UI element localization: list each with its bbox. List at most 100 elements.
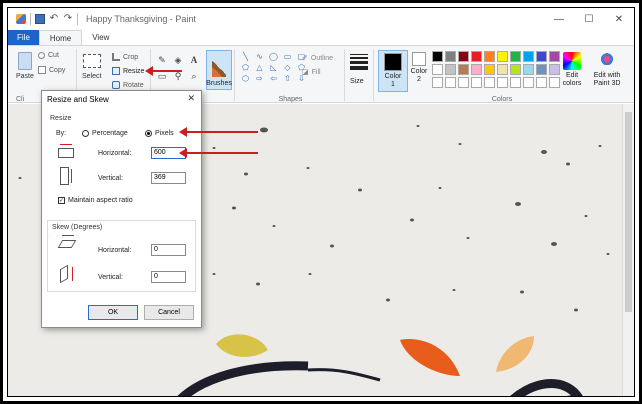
palette-swatch[interactable] bbox=[445, 77, 456, 88]
palette-swatch[interactable] bbox=[432, 64, 443, 75]
curve-shape-icon[interactable]: ∿ bbox=[254, 52, 265, 61]
palette-swatch[interactable] bbox=[471, 77, 482, 88]
skew-horizontal-field[interactable]: 0 bbox=[151, 244, 186, 256]
paint3d-button[interactable]: Edit with Paint 3D bbox=[590, 52, 624, 88]
undo-icon[interactable]: ↶ bbox=[49, 14, 59, 24]
palette-swatch[interactable] bbox=[458, 77, 469, 88]
text-tool-icon[interactable]: A bbox=[188, 54, 200, 66]
resize-icon bbox=[112, 67, 120, 75]
brushes-button[interactable]: Brushes bbox=[206, 50, 232, 90]
arrow-left-icon[interactable]: ⇦ bbox=[268, 74, 279, 83]
palette-swatch[interactable] bbox=[549, 51, 560, 62]
palette-swatch[interactable] bbox=[536, 77, 547, 88]
tab-home[interactable]: Home bbox=[38, 30, 83, 45]
cut-label: Cut bbox=[48, 52, 59, 59]
vertical-size-field[interactable]: 369 bbox=[151, 172, 186, 184]
palette-swatch[interactable] bbox=[432, 77, 443, 88]
palette-swatch[interactable] bbox=[445, 64, 456, 75]
orange-leaf bbox=[400, 339, 460, 376]
speck bbox=[244, 172, 248, 176]
speck bbox=[260, 127, 268, 133]
palette-swatch[interactable] bbox=[471, 51, 482, 62]
pencil-icon[interactable]: ✎ bbox=[156, 54, 168, 66]
arrow-right-icon[interactable]: ⇨ bbox=[254, 74, 265, 83]
palette-swatch[interactable] bbox=[445, 51, 456, 62]
tab-file[interactable]: File bbox=[8, 30, 39, 45]
paste-button[interactable]: Paste bbox=[16, 52, 34, 80]
color2-button[interactable]: Color 2 bbox=[408, 52, 430, 84]
right-triangle-icon[interactable]: ◺ bbox=[268, 63, 279, 72]
speck bbox=[584, 215, 588, 217]
dialog-close-button[interactable]: ✕ bbox=[187, 93, 195, 104]
outline-label: Outline bbox=[310, 54, 334, 62]
ok-button[interactable]: OK bbox=[88, 305, 138, 320]
palette-swatch[interactable] bbox=[523, 51, 534, 62]
pixels-radio[interactable] bbox=[145, 130, 152, 137]
rectangle-shape-icon[interactable]: ▭ bbox=[282, 52, 293, 61]
skew-horizontal-label: Horizontal: bbox=[98, 247, 132, 254]
annotation-arrow-horizontal bbox=[179, 148, 258, 158]
palette-swatch[interactable] bbox=[510, 64, 521, 75]
speck bbox=[358, 188, 362, 192]
select-button[interactable]: Select bbox=[82, 54, 101, 80]
redo-icon[interactable]: ↷ bbox=[63, 14, 73, 24]
fill-dropdown[interactable]: ◪ Fill bbox=[302, 68, 321, 77]
horizontal-label: Horizontal: bbox=[98, 150, 132, 157]
palette-swatch[interactable] bbox=[497, 64, 508, 75]
palette-swatch[interactable] bbox=[484, 77, 495, 88]
skew-vertical-field[interactable]: 0 bbox=[151, 271, 186, 283]
palette-swatch[interactable] bbox=[458, 51, 469, 62]
palette-swatch[interactable] bbox=[510, 51, 521, 62]
palette-swatch[interactable] bbox=[497, 51, 508, 62]
palette-swatch[interactable] bbox=[549, 64, 560, 75]
resize-button[interactable]: Resize bbox=[112, 67, 144, 75]
diamond-shape-icon[interactable]: ◇ bbox=[282, 63, 293, 72]
close-button[interactable]: ✕ bbox=[604, 8, 634, 30]
minimize-button[interactable]: — bbox=[544, 8, 574, 30]
palette-swatch[interactable] bbox=[497, 77, 508, 88]
crop-button[interactable]: Crop bbox=[112, 53, 138, 61]
palette-swatch[interactable] bbox=[432, 51, 443, 62]
size-label: Size bbox=[350, 78, 364, 85]
clipboard-icon bbox=[17, 52, 32, 70]
palette-swatch[interactable] bbox=[536, 51, 547, 62]
palette-swatch[interactable] bbox=[510, 77, 521, 88]
hexagon-shape-icon[interactable]: ⬡ bbox=[240, 74, 251, 83]
maintain-aspect-checkbox[interactable]: ✓ bbox=[58, 197, 65, 204]
triangle-shape-icon[interactable]: △ bbox=[254, 63, 265, 72]
percentage-radio[interactable] bbox=[82, 130, 89, 137]
cancel-button[interactable]: Cancel bbox=[144, 305, 194, 320]
brushes-label: Brushes bbox=[206, 80, 232, 87]
color-palette[interactable] bbox=[432, 51, 560, 88]
palette-swatch[interactable] bbox=[484, 64, 495, 75]
magnifier-icon[interactable]: ⌕ bbox=[188, 70, 200, 82]
divider bbox=[344, 49, 345, 101]
polygon-shape-icon[interactable]: ⬠ bbox=[240, 63, 251, 72]
palette-swatch[interactable] bbox=[471, 64, 482, 75]
tab-view[interactable]: View bbox=[82, 30, 119, 45]
rotate-button[interactable]: Rotate bbox=[112, 81, 144, 89]
copy-button[interactable]: Copy bbox=[38, 66, 65, 74]
shapes-gallery[interactable]: ╲ ∿ ◯ ▭ ▢ ⬠ △ ◺ ◇ ⬠ ⬡ ⇨ ⇦ ⇧ ⇩ bbox=[240, 52, 307, 83]
palette-swatch[interactable] bbox=[523, 64, 534, 75]
outline-dropdown[interactable]: ✐ Outline bbox=[302, 54, 334, 63]
fill-bucket-icon[interactable]: ◈ bbox=[172, 54, 184, 66]
palette-swatch[interactable] bbox=[536, 64, 547, 75]
arrow-up-icon[interactable]: ⇧ bbox=[282, 74, 293, 83]
save-icon[interactable] bbox=[35, 14, 45, 24]
vertical-scrollbar[interactable] bbox=[622, 104, 634, 396]
line-shape-icon[interactable]: ╲ bbox=[240, 52, 251, 61]
edit-colors-button[interactable]: Edit colors bbox=[560, 52, 584, 88]
cut-button[interactable]: Cut bbox=[38, 52, 59, 59]
maximize-button[interactable]: ☐ bbox=[574, 8, 604, 30]
palette-swatch[interactable] bbox=[458, 64, 469, 75]
size-group[interactable]: Size bbox=[346, 46, 372, 104]
palette-swatch[interactable] bbox=[549, 77, 560, 88]
rotate-icon bbox=[112, 81, 120, 89]
palette-swatch[interactable] bbox=[523, 77, 534, 88]
oval-shape-icon[interactable]: ◯ bbox=[268, 52, 279, 61]
scrollbar-thumb[interactable] bbox=[625, 112, 632, 312]
speck bbox=[232, 206, 236, 210]
palette-swatch[interactable] bbox=[484, 51, 495, 62]
color1-button[interactable]: Color 1 bbox=[378, 50, 408, 92]
